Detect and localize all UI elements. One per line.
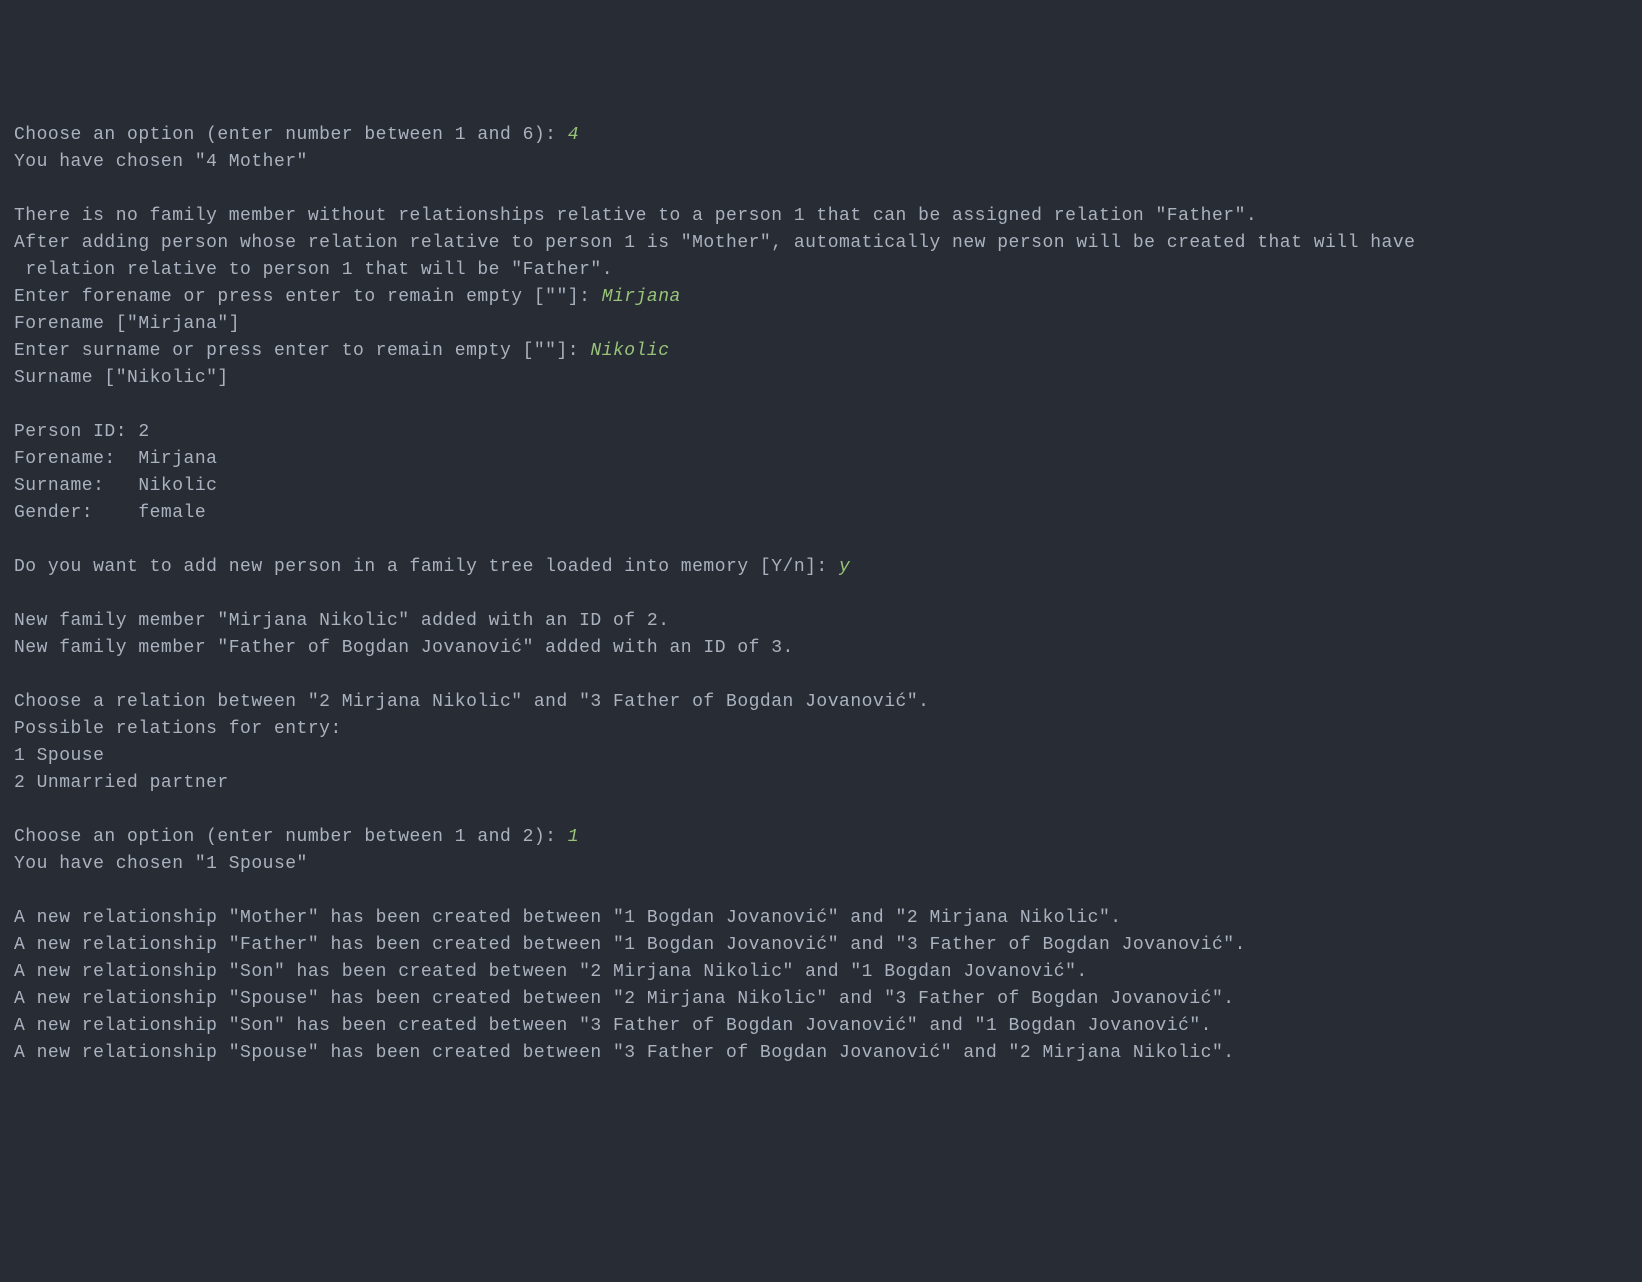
terminal-line xyxy=(14,581,1628,608)
output-text: Gender: female xyxy=(14,503,206,523)
output-text: Person ID: 2 xyxy=(14,422,150,442)
output-text: Forename ["Mirjana"] xyxy=(14,314,240,334)
output-text: 1 Spouse xyxy=(14,746,104,766)
output-text: A new relationship "Son" has been create… xyxy=(14,962,1088,982)
output-text: You have chosen "4 Mother" xyxy=(14,152,308,172)
user-input-text: y xyxy=(839,557,850,577)
terminal-line: You have chosen "4 Mother" xyxy=(14,149,1628,176)
user-input-text: Mirjana xyxy=(602,287,681,307)
terminal-line xyxy=(14,878,1628,905)
output-text: Forename: Mirjana xyxy=(14,449,217,469)
terminal-line: Enter forename or press enter to remain … xyxy=(14,284,1628,311)
output-text: A new relationship "Mother" has been cre… xyxy=(14,908,1122,928)
terminal-line: Possible relations for entry: xyxy=(14,716,1628,743)
terminal-line: Surname ["Nikolic"] xyxy=(14,365,1628,392)
prompt-text: Do you want to add new person in a famil… xyxy=(14,557,839,577)
terminal-line: A new relationship "Spouse" has been cre… xyxy=(14,1040,1628,1067)
user-input-text: 1 xyxy=(568,827,579,847)
terminal-line: New family member "Father of Bogdan Jova… xyxy=(14,635,1628,662)
terminal-line: New family member "Mirjana Nikolic" adde… xyxy=(14,608,1628,635)
terminal-line: A new relationship "Son" has been create… xyxy=(14,959,1628,986)
output-text: Choose a relation between "2 Mirjana Nik… xyxy=(14,692,929,712)
output-text: There is no family member without relati… xyxy=(14,206,1257,226)
output-text: You have chosen "1 Spouse" xyxy=(14,854,308,874)
terminal-line: 1 Spouse xyxy=(14,743,1628,770)
terminal-line: A new relationship "Mother" has been cre… xyxy=(14,905,1628,932)
output-text: 2 Unmarried partner xyxy=(14,773,229,793)
terminal-line: Choose an option (enter number between 1… xyxy=(14,122,1628,149)
prompt-text: Enter forename or press enter to remain … xyxy=(14,287,602,307)
prompt-text: Choose an option (enter number between 1… xyxy=(14,827,568,847)
terminal-line xyxy=(14,176,1628,203)
terminal-line: Forename: Mirjana xyxy=(14,446,1628,473)
terminal-line: Gender: female xyxy=(14,500,1628,527)
output-text: Possible relations for entry: xyxy=(14,719,342,739)
output-text: A new relationship "Son" has been create… xyxy=(14,1016,1212,1036)
terminal-line: Choose an option (enter number between 1… xyxy=(14,824,1628,851)
terminal-line xyxy=(14,797,1628,824)
user-input-text: Nikolic xyxy=(590,341,669,361)
terminal-line xyxy=(14,392,1628,419)
output-text: New family member "Father of Bogdan Jova… xyxy=(14,638,794,658)
output-text: New family member "Mirjana Nikolic" adde… xyxy=(14,611,670,631)
output-text: relation relative to person 1 that will … xyxy=(14,260,613,280)
terminal-line: A new relationship "Father" has been cre… xyxy=(14,932,1628,959)
terminal-line: Do you want to add new person in a famil… xyxy=(14,554,1628,581)
output-text: After adding person whose relation relat… xyxy=(14,233,1415,253)
prompt-text: Choose an option (enter number between 1… xyxy=(14,125,568,145)
terminal-line xyxy=(14,662,1628,689)
terminal-output: Choose an option (enter number between 1… xyxy=(14,122,1628,1067)
output-text: A new relationship "Spouse" has been cre… xyxy=(14,989,1235,1009)
user-input-text: 4 xyxy=(568,125,579,145)
output-text: Surname: Nikolic xyxy=(14,476,217,496)
output-text: Surname ["Nikolic"] xyxy=(14,368,229,388)
terminal-line: 2 Unmarried partner xyxy=(14,770,1628,797)
terminal-line: A new relationship "Spouse" has been cre… xyxy=(14,986,1628,1013)
terminal-line xyxy=(14,527,1628,554)
output-text: A new relationship "Father" has been cre… xyxy=(14,935,1246,955)
terminal-line: You have chosen "1 Spouse" xyxy=(14,851,1628,878)
terminal-line: Enter surname or press enter to remain e… xyxy=(14,338,1628,365)
terminal-line: Forename ["Mirjana"] xyxy=(14,311,1628,338)
terminal-line: There is no family member without relati… xyxy=(14,203,1628,230)
terminal-line: relation relative to person 1 that will … xyxy=(14,257,1628,284)
terminal-line: A new relationship "Son" has been create… xyxy=(14,1013,1628,1040)
terminal-line: Surname: Nikolic xyxy=(14,473,1628,500)
terminal-line: Choose a relation between "2 Mirjana Nik… xyxy=(14,689,1628,716)
prompt-text: Enter surname or press enter to remain e… xyxy=(14,341,590,361)
output-text: A new relationship "Spouse" has been cre… xyxy=(14,1043,1235,1063)
terminal-line: Person ID: 2 xyxy=(14,419,1628,446)
terminal-line: After adding person whose relation relat… xyxy=(14,230,1628,257)
